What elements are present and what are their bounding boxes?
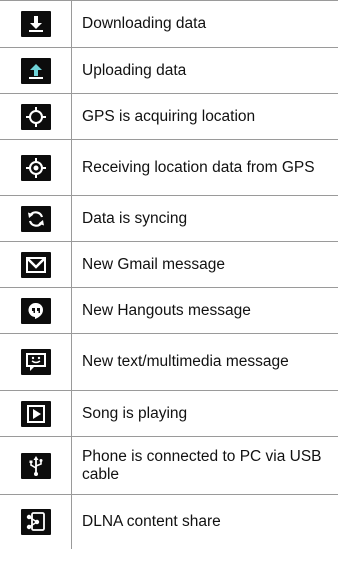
table-row: New Hangouts message <box>0 287 338 333</box>
table-row: Uploading data <box>0 47 338 93</box>
table-row: New Gmail message <box>0 241 338 287</box>
table-row: Song is playing <box>0 390 338 436</box>
table-row: GPS is acquiring location <box>0 93 338 139</box>
icon-cell <box>0 1 72 47</box>
usb-icon <box>20 452 51 479</box>
row-label: New text/multimedia message <box>82 353 289 370</box>
row-label: Song is playing <box>82 404 188 422</box>
dlna-share-icon <box>20 509 51 535</box>
table-row: Receiving location data from GPS <box>0 139 338 195</box>
download-icon <box>20 11 51 37</box>
row-label: GPS is acquiring location <box>82 107 256 125</box>
play-icon <box>20 400 51 427</box>
table-row: Data is syncing <box>0 195 338 241</box>
icon-cell <box>0 140 72 195</box>
gps-receiving-icon <box>20 154 51 181</box>
icon-cell <box>0 196 72 241</box>
row-label: Data is syncing <box>82 209 188 227</box>
icon-cell <box>0 48 72 93</box>
notification-icons-table: Downloading data Uploading data GPS is a… <box>0 0 338 549</box>
row-label: Receiving location data from GPS <box>82 158 315 176</box>
icon-cell <box>0 495 72 549</box>
icon-cell <box>0 391 72 436</box>
sync-icon <box>20 205 51 232</box>
row-label: Phone is connected to PC via USB cable <box>82 447 322 483</box>
upload-icon <box>20 57 51 84</box>
messaging-icon <box>20 349 51 375</box>
row-label: Uploading data <box>82 61 187 79</box>
icon-cell <box>0 437 72 494</box>
table-row: Phone is connected to PC via USB cable <box>0 436 338 494</box>
icon-cell <box>0 334 72 390</box>
icon-cell <box>0 94 72 139</box>
table-row: Downloading data <box>0 0 338 47</box>
table-row: New text/multimedia message <box>0 333 338 390</box>
hangouts-icon <box>20 297 51 324</box>
row-label: DLNA content share <box>82 513 221 530</box>
row-label: New Hangouts message <box>82 301 251 319</box>
icon-cell <box>0 288 72 333</box>
gps-acquiring-icon <box>20 103 51 130</box>
row-label: New Gmail message <box>82 255 225 273</box>
table-row: DLNA content share <box>0 494 338 549</box>
row-label: Downloading data <box>82 15 207 32</box>
gmail-icon <box>20 251 51 278</box>
icon-cell <box>0 242 72 287</box>
